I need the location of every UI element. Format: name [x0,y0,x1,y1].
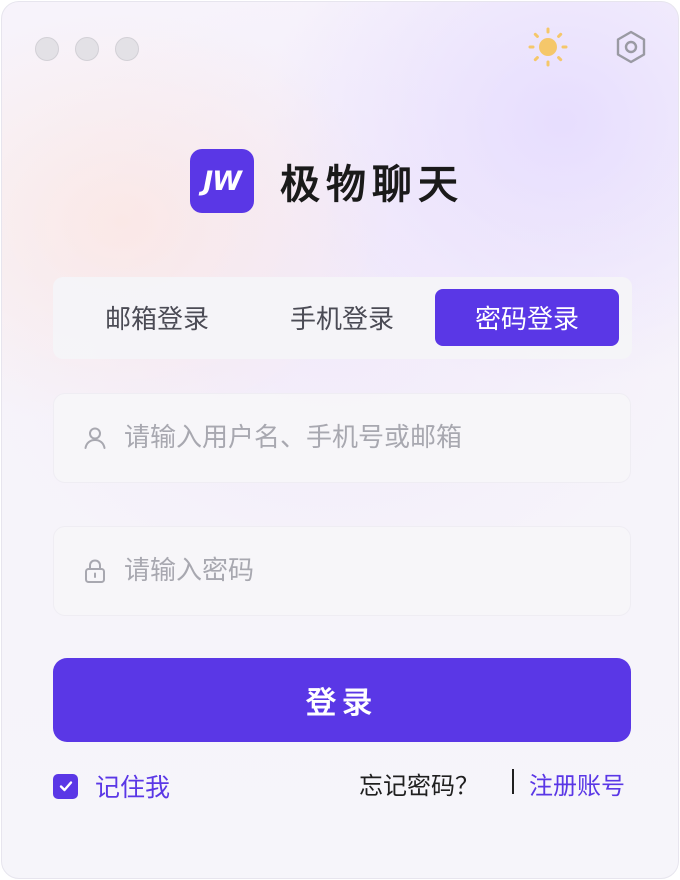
login-button[interactable]: 登录 [53,658,631,742]
lock-icon [85,559,105,583]
remember-me-checkbox[interactable] [53,773,78,799]
remember-me-label: 记住我 [95,773,171,802]
password-input[interactable] [124,556,564,586]
password-field [53,526,631,616]
tab-password-login[interactable]: 密码登录 [435,289,619,346]
checkmark-icon [59,781,72,792]
register-link[interactable]: 注册账号 [529,766,625,801]
username-input[interactable] [124,423,564,453]
gear-icon[interactable] [613,29,649,65]
login-method-tabs: 邮箱登录 手机登录 密码登录 [53,277,632,359]
username-field [53,393,631,483]
brand-header: JW 极物聊天 [190,149,464,213]
app-title: 极物聊天 [280,162,464,208]
tab-phone-login[interactable]: 手机登录 [250,289,434,346]
close-window-button[interactable] [35,37,59,61]
tab-email-login[interactable]: 邮箱登录 [65,289,249,346]
login-window: JW 极物聊天 邮箱登录 手机登录 密码登录 登录 记住我 忘记密码？ 注册账号 [1,1,679,879]
maximize-window-button[interactable] [115,37,139,61]
link-divider [512,769,514,794]
sun-icon[interactable] [528,27,568,67]
window-controls [35,37,139,61]
app-logo: JW [190,149,254,213]
user-icon [84,427,106,449]
forgot-password-link[interactable]: 忘记密码？ [359,766,479,801]
remember-me-toggle[interactable]: 记住我 [53,768,170,804]
minimize-window-button[interactable] [75,37,99,61]
